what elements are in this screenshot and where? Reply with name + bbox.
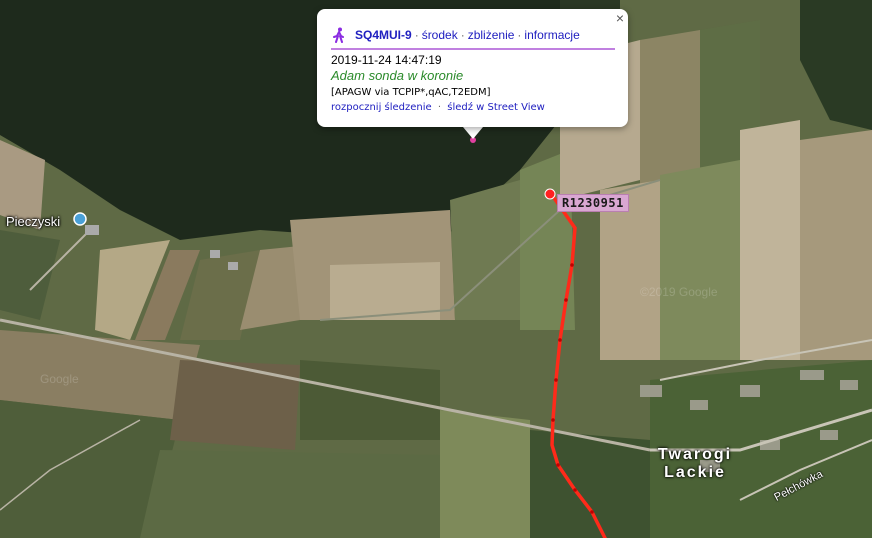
info-link[interactable]: informacje — [524, 28, 579, 42]
station-comment: Adam sonda w koronie — [331, 68, 464, 83]
separator: · — [437, 102, 442, 113]
map-watermark: ©2019 Google — [640, 285, 718, 299]
walking-person-icon — [333, 27, 344, 43]
track-links: rozpocznij śledzenie · śledź w Street Vi… — [331, 102, 545, 113]
place-pin-icon[interactable] — [73, 212, 87, 226]
popup-divider — [331, 48, 615, 50]
street-view-link[interactable]: śledź w Street View — [447, 102, 545, 113]
popup-header: SQ4MUI-9 · środek · zbliżenie · informac… — [331, 27, 580, 43]
separator: · — [517, 28, 522, 42]
zoom-link[interactable]: zbliżenie — [468, 28, 515, 42]
object-marker-dot[interactable] — [544, 188, 556, 200]
center-link[interactable]: środek — [422, 28, 458, 42]
object-label[interactable]: R1230951 — [557, 194, 629, 212]
packet-path: [APAGW via TCPIP*,qAC,T2EDM] — [331, 87, 491, 98]
map-watermark-2: Google — [40, 372, 79, 386]
separator: · — [460, 28, 465, 42]
start-tracking-link[interactable]: rozpocznij śledzenie — [331, 102, 432, 113]
station-info-popup: × SQ4MUI-9 · środek · zbliżenie · inform… — [317, 9, 628, 127]
separator: · — [414, 28, 419, 42]
place-label-twarogi: Twarogi — [657, 446, 733, 463]
timestamp: 2019-11-24 14:47:19 — [331, 53, 442, 67]
place-label-pieczyski: Pieczyski — [6, 214, 61, 229]
close-icon[interactable]: × — [616, 11, 624, 25]
place-label-lackie: Lackie — [664, 464, 726, 481]
popup-tail — [463, 127, 483, 139]
place-label-twarogi-lackie: Twarogi Lackie — [640, 446, 750, 482]
callsign-link[interactable]: SQ4MUI-9 — [355, 28, 412, 42]
